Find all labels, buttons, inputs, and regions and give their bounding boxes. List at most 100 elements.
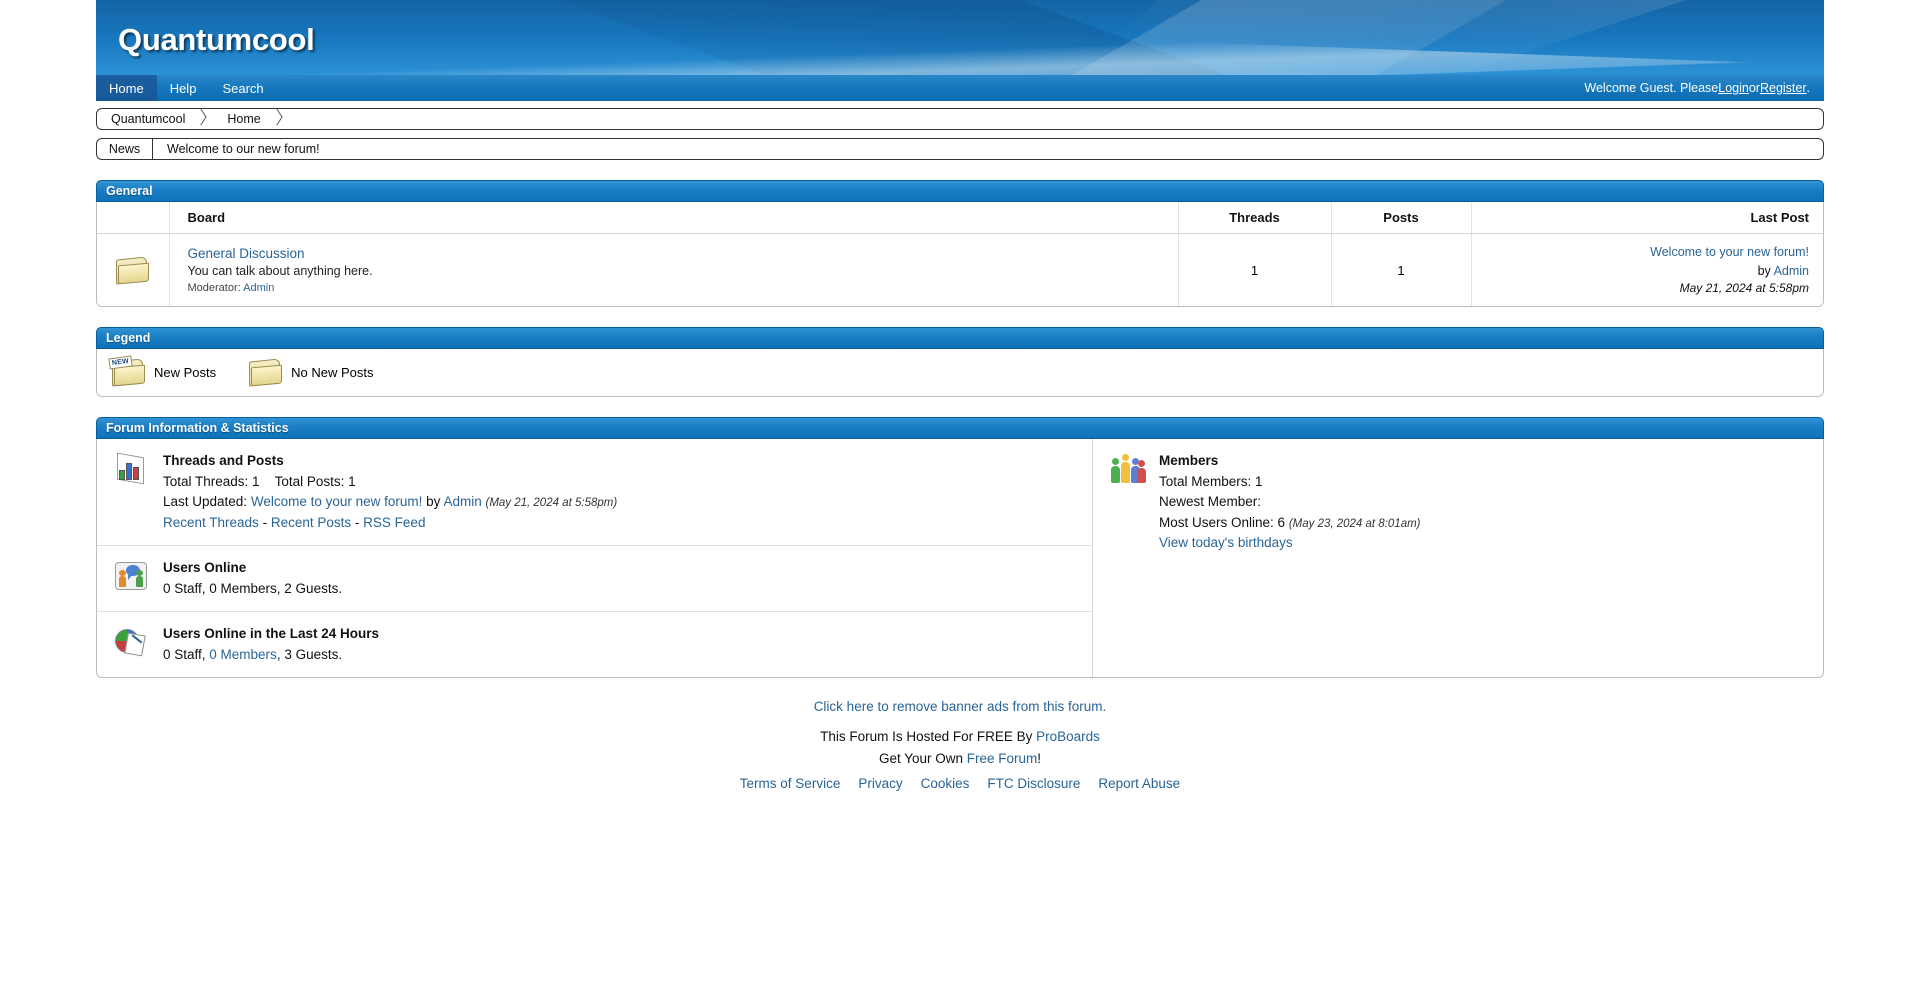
board-posts-count: 1 <box>1330 233 1471 307</box>
breadcrumb: Quantumcool Home <box>96 108 1824 130</box>
most-users-online-line: Most Users Online: 6 (May 23, 2024 at 8:… <box>1159 513 1421 534</box>
members-block: Members Total Members: 1 Newest Member: … <box>1093 439 1823 566</box>
users-online-block: Users Online 0 Staff, 0 Members, 2 Guest… <box>97 545 1092 611</box>
col-board: Board <box>168 202 1178 234</box>
threads-and-posts-block: Threads and Posts Total Threads: 1 Total… <box>97 439 1092 545</box>
total-members: Total Members: 1 <box>1159 473 1263 489</box>
link-separator: - <box>354 514 360 530</box>
users-online-24h-block: Users Online in the Last 24 Hours 0 Staf… <box>97 611 1092 677</box>
threads-posts-totals: Total Threads: 1 Total Posts: 1 <box>163 472 617 493</box>
last-updated-line: Last Updated: Welcome to your new forum!… <box>163 492 617 513</box>
recent-links: Recent Threads - Recent Posts - RSS Feed <box>163 513 617 534</box>
members-title: Members <box>1159 453 1219 469</box>
pie-chart-icon <box>115 624 149 657</box>
recent-threads-link[interactable]: Recent Threads <box>163 515 259 530</box>
board-icon-cell <box>97 234 169 307</box>
news-text: Welcome to our new forum! <box>167 142 320 156</box>
last-post-author-link[interactable]: Admin <box>1774 264 1809 278</box>
welcome-text: Welcome Guest. Please <box>1584 81 1719 95</box>
last-post-thread-link[interactable]: Welcome to your new forum! <box>1650 245 1809 259</box>
link-separator: - <box>262 514 268 530</box>
statistics-left-column: Threads and Posts Total Threads: 1 Total… <box>97 439 1093 678</box>
moderator-link[interactable]: Admin <box>243 282 274 294</box>
newest-member: Newest Member: <box>1159 494 1262 510</box>
most-users-online-date: (May 23, 2024 at 8:01am) <box>1288 517 1421 530</box>
proboards-link[interactable]: ProBoards <box>1036 729 1100 744</box>
col-posts: Posts <box>1330 202 1471 234</box>
cookies-link[interactable]: Cookies <box>921 776 970 791</box>
report-abuse-link[interactable]: Report Abuse <box>1098 776 1180 791</box>
legend-section: Legend NEW New Posts No New Posts <box>96 327 1824 398</box>
guests-count-suffix: , 3 Guests. <box>276 646 343 662</box>
site-banner: Quantumcool Home Help Search Welcome Gue… <box>96 0 1824 101</box>
statistics-section-body: Threads and Posts Total Threads: 1 Total… <box>96 439 1824 679</box>
board-link-general-discussion[interactable]: General Discussion <box>188 246 305 261</box>
nav-items: Home Help Search <box>96 75 277 101</box>
free-forum-link[interactable]: Free Forum <box>967 751 1038 766</box>
statistics-right-column: Members Total Members: 1 Newest Member: … <box>1093 439 1823 677</box>
last-updated-author-link[interactable]: Admin <box>443 494 481 509</box>
chevron-right-icon <box>195 110 209 128</box>
board-table: Board Threads Posts Last Post General Di… <box>97 202 1823 307</box>
staff-count-prefix: 0 Staff, <box>163 646 210 662</box>
chevron-right-icon <box>271 110 285 128</box>
board-threads-count: 1 <box>1177 233 1331 307</box>
people-group-icon <box>1111 451 1146 484</box>
view-birthdays-link[interactable]: View today's birthdays <box>1159 535 1293 550</box>
statistics-section-heading: Forum Information & Statistics <box>96 417 1824 440</box>
site-title: Quantumcool <box>118 22 315 57</box>
members-count-link[interactable]: 0 Members <box>209 647 277 662</box>
general-section-heading: General <box>96 180 1824 202</box>
login-link[interactable]: Login <box>1718 81 1749 95</box>
folder-no-new-posts-icon <box>115 256 151 285</box>
users-online-icon <box>115 558 149 591</box>
col-icon <box>97 202 169 234</box>
privacy-link[interactable]: Privacy <box>858 776 902 791</box>
last-updated-by: by <box>426 494 441 510</box>
users-online-title: Users Online <box>163 560 247 576</box>
col-last-post: Last Post <box>1470 202 1823 234</box>
col-threads: Threads <box>1177 202 1331 234</box>
ftc-disclosure-link[interactable]: FTC Disclosure <box>987 776 1080 791</box>
board-info-cell: General Discussion You can talk about an… <box>168 233 1178 307</box>
page-footer: Click here to remove banner ads from thi… <box>96 696 1824 794</box>
total-posts: Total Posts: 1 <box>274 473 356 489</box>
total-threads: Total Threads: 1 <box>163 473 260 489</box>
news-bar: News Welcome to our new forum! <box>96 138 1824 160</box>
last-post-date: May 21, 2024 at 5:58pm <box>1679 280 1809 295</box>
legend-item-no-new-posts: No New Posts <box>248 358 374 387</box>
remove-ads-link[interactable]: Click here to remove banner ads from thi… <box>814 699 1107 714</box>
nav-item-help[interactable]: Help <box>157 75 210 101</box>
recent-posts-link[interactable]: Recent Posts <box>271 515 351 530</box>
register-link[interactable]: Register <box>1760 81 1807 95</box>
board-description: You can talk about anything here. <box>187 264 373 279</box>
breadcrumb-item-quantumcool[interactable]: Quantumcool <box>99 112 187 126</box>
general-section: General Board Threads Posts Last Post Ge… <box>96 180 1824 308</box>
legal-links: Terms of Service Privacy Cookies FTC Disclo… <box>96 773 1824 795</box>
general-section-body: Board Threads Posts Last Post General Di… <box>96 202 1824 308</box>
users-online-24h-title: Users Online in the Last 24 Hours <box>163 626 380 642</box>
hosted-by-line: This Forum Is Hosted For FREE By ProBoar… <box>96 726 1824 748</box>
board-moderator: Moderator: Admin <box>188 282 1168 294</box>
hosted-by-text: This Forum Is Hosted For FREE By <box>820 729 1037 745</box>
forum-page: Quantumcool Home Help Search Welcome Gue… <box>0 0 1920 993</box>
folder-new-posts-icon: NEW <box>108 355 147 387</box>
get-own-exclamation: ! <box>1037 751 1042 767</box>
legend-section-body: NEW New Posts No New Posts <box>96 349 1824 398</box>
board-last-post-cell: Welcome to your new forum! by Admin May … <box>1470 233 1823 307</box>
legend-section-heading: Legend <box>96 327 1824 350</box>
terms-of-service-link[interactable]: Terms of Service <box>740 776 841 791</box>
breadcrumb-item-home[interactable]: Home <box>215 112 262 126</box>
get-own-text: Get Your Own <box>878 751 967 767</box>
last-updated-thread-link[interactable]: Welcome to your new forum! <box>251 494 423 509</box>
folder-no-new-posts-icon <box>248 358 284 387</box>
forum-statistics-section: Forum Information & Statistics Threads a… <box>96 417 1824 679</box>
rss-feed-link[interactable]: RSS Feed <box>363 515 425 530</box>
bar-chart-icon <box>115 451 149 485</box>
users-online-counts: 0 Staff, 0 Members, 2 Guests. <box>163 580 343 596</box>
guest-welcome: Welcome Guest. Please Login or Register. <box>1584 75 1824 101</box>
nav-item-home[interactable]: Home <box>96 75 157 101</box>
table-row: General Discussion You can talk about an… <box>97 233 1823 307</box>
nav-item-search[interactable]: Search <box>209 75 276 101</box>
moderator-label: Moderator: <box>187 282 241 295</box>
